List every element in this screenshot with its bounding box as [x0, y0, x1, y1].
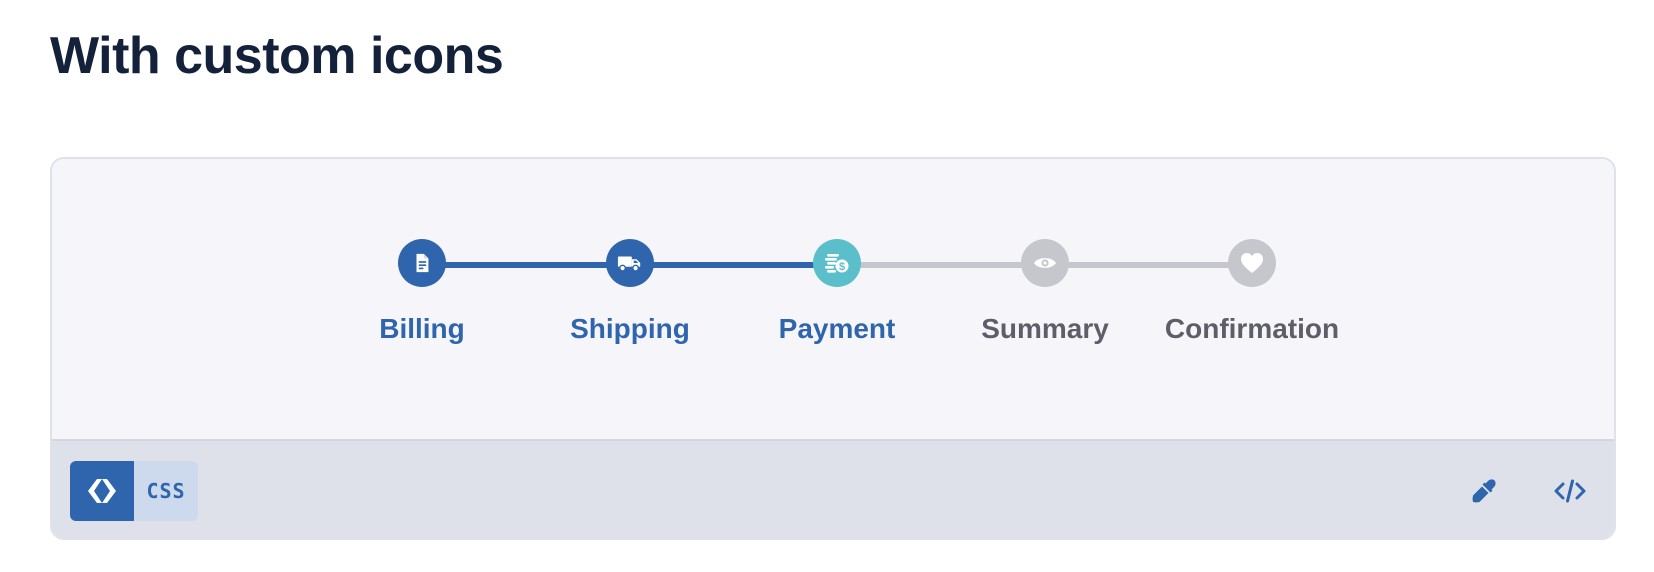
- step-label: Payment: [778, 313, 896, 344]
- document-icon: [416, 253, 429, 273]
- code-toolbar: CSS: [52, 439, 1614, 538]
- step-circle[interactable]: [1021, 239, 1069, 287]
- step-summary[interactable]: Summary: [945, 239, 1145, 345]
- view-code-button[interactable]: [1552, 473, 1588, 509]
- truck-icon: [617, 256, 641, 272]
- code-brackets-icon: [88, 479, 116, 503]
- css-tab-button[interactable]: CSS: [134, 461, 198, 521]
- step-label: Billing: [379, 313, 465, 344]
- step-circle[interactable]: $: [813, 239, 861, 287]
- svg-text:$: $: [839, 261, 845, 273]
- eyedropper-icon: [1472, 479, 1496, 503]
- step-label: Summary: [981, 313, 1109, 344]
- step-label: Confirmation: [1164, 313, 1340, 344]
- code-icon: [1554, 479, 1586, 503]
- eye-icon: [1034, 258, 1056, 268]
- heart-icon: [1241, 253, 1263, 273]
- stepper: Billing Shipping $ Payment Summary Confi…: [52, 159, 1614, 439]
- tech-switch: CSS: [70, 461, 198, 521]
- page-title: With custom icons: [50, 27, 504, 85]
- step-payment[interactable]: $ Payment: [737, 239, 937, 345]
- demo-card: Billing Shipping $ Payment Summary Confi…: [50, 157, 1616, 540]
- step-billing[interactable]: Billing: [322, 239, 522, 345]
- html-tab-button[interactable]: [70, 461, 134, 521]
- step-label: Shipping: [570, 313, 690, 344]
- css-tab-label: CSS: [146, 479, 186, 503]
- eyedropper-button[interactable]: [1466, 473, 1502, 509]
- step-circle[interactable]: [398, 239, 446, 287]
- step-confirmation[interactable]: Confirmation: [1152, 239, 1352, 345]
- step-circle[interactable]: [1228, 239, 1276, 287]
- step-shipping[interactable]: Shipping: [530, 239, 730, 345]
- step-circle[interactable]: [606, 239, 654, 287]
- coins-dollar-icon: $: [825, 254, 849, 273]
- preview-area: Billing Shipping $ Payment Summary Confi…: [52, 159, 1614, 439]
